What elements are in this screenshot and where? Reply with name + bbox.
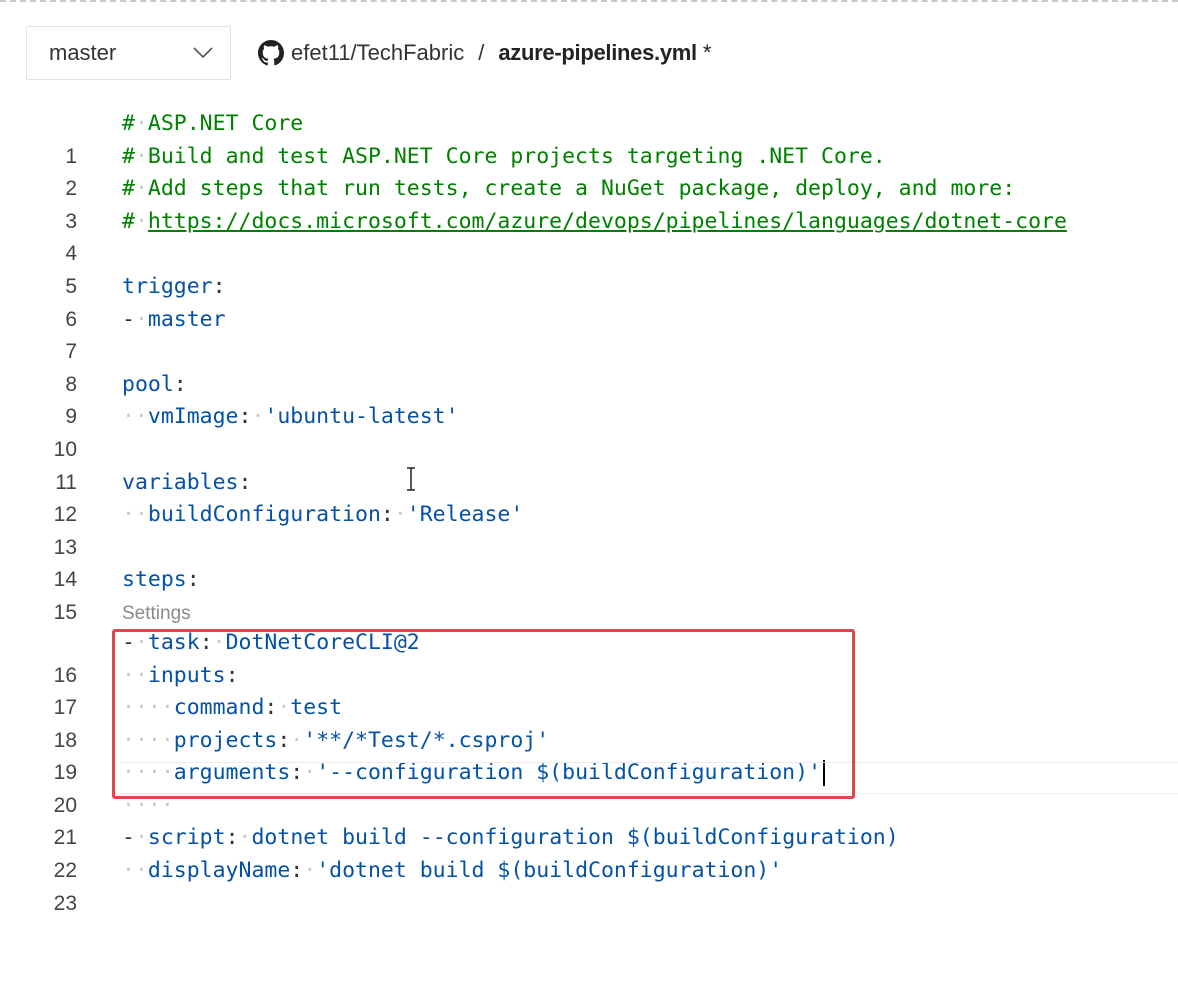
comment-hash: # xyxy=(122,176,135,202)
code-line[interactable]: 3 #·Add steps that run tests, create a N… xyxy=(0,173,1178,233)
code-line[interactable]: 4 #·https://docs.microsoft.com/azure/dev… xyxy=(0,206,1178,266)
list-dash: - xyxy=(122,306,135,332)
code-line[interactable]: 5 xyxy=(0,238,1178,298)
comment-text: Build and test ASP.NET Core projects tar… xyxy=(147,143,886,169)
line-number: 23 xyxy=(53,891,77,915)
yaml-key: displayName xyxy=(147,858,291,884)
code-line[interactable]: 2 #·Build and test ASP.NET Core projects… xyxy=(0,141,1178,201)
yaml-key: steps xyxy=(122,567,187,593)
code-line[interactable]: 8 xyxy=(0,336,1178,396)
settings-codelens[interactable]: Settings xyxy=(0,597,1178,627)
code-line[interactable]: 14 xyxy=(0,532,1178,591)
code-line[interactable]: 23 ··displayName:·'dotnet build $(buildC… xyxy=(0,855,1178,915)
breadcrumb: efet11/TechFabric / azure-pipelines.yml … xyxy=(258,26,711,80)
code-line[interactable]: 7 -·master xyxy=(0,304,1178,364)
top-divider xyxy=(0,0,1178,2)
yaml-key: buildConfiguration xyxy=(147,502,381,528)
annotation-highlight-box xyxy=(112,629,855,799)
code-line[interactable]: 1 #·ASP.NET Core xyxy=(0,108,1178,168)
yaml-value: 'Release' xyxy=(406,502,524,528)
branch-label: master xyxy=(49,40,117,65)
yaml-key: trigger xyxy=(122,273,213,299)
chevron-down-icon xyxy=(192,42,214,64)
yaml-value: master xyxy=(147,306,226,332)
comment-hash: # xyxy=(122,208,135,234)
github-icon xyxy=(258,40,284,66)
docs-link[interactable]: https://docs.microsoft.com/azure/devops/… xyxy=(148,209,1067,234)
yaml-value: 'dotnet build $(buildConfiguration)' xyxy=(316,858,783,884)
yaml-value: 'ubuntu-latest' xyxy=(264,404,459,430)
code-line[interactable]: 10 ··vmImage:·'ubuntu-latest' xyxy=(0,401,1178,461)
mouse-ibeam-cursor xyxy=(407,467,415,491)
comment-hash: # xyxy=(122,111,135,136)
comment-hash: # xyxy=(122,143,135,169)
unsaved-indicator: * xyxy=(702,40,712,65)
repo-link[interactable]: efet11/TechFabric xyxy=(291,40,464,66)
list-dash: - xyxy=(122,825,135,851)
code-line[interactable]: 11 xyxy=(0,434,1178,494)
yaml-key: pool xyxy=(122,371,174,397)
yaml-key: script xyxy=(147,825,226,851)
code-line[interactable]: 6 trigger: xyxy=(0,271,1178,331)
yaml-key: vmImage xyxy=(147,404,239,430)
branch-dropdown[interactable]: master xyxy=(26,26,231,80)
line-number: 15 xyxy=(53,600,77,624)
editor-header: master efet11/TechFabric / azure-pipelin… xyxy=(0,24,1178,82)
comment-text: ASP.NET Core xyxy=(147,111,304,136)
code-line[interactable]: 12 variables: xyxy=(0,467,1178,527)
code-line[interactable]: 9 pool: xyxy=(0,369,1178,429)
file-name: azure-pipelines.yml xyxy=(498,40,697,65)
code-line[interactable]: 22 -·script:·dotnet build --configuratio… xyxy=(0,822,1178,882)
code-line[interactable]: 15 steps: xyxy=(0,564,1178,624)
yaml-value: dotnet build --configuration $(buildConf… xyxy=(251,825,899,851)
yaml-key: variables xyxy=(122,469,239,495)
breadcrumb-separator: / xyxy=(478,40,485,65)
comment-text: Add steps that run tests, create a NuGet… xyxy=(147,176,1016,202)
code-line[interactable]: 13 ··buildConfiguration:·'Release' xyxy=(0,499,1178,559)
